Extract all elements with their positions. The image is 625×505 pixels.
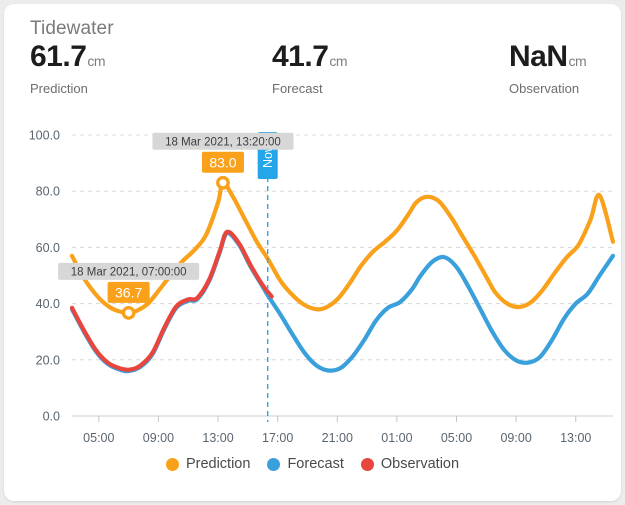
stat-forecast-label: Forecast <box>272 81 323 96</box>
page-title: Tidewater <box>30 18 114 39</box>
legend-color-dot <box>165 457 179 471</box>
annotation-time-label: 18 Mar 2021, 13:20:00 <box>165 136 281 148</box>
x-axis-tick-label: 01:00 <box>381 431 412 445</box>
x-axis-tick-label: 17:00 <box>262 431 293 445</box>
x-axis-tick-label: 05:00 <box>83 431 114 445</box>
legend-item-forecast[interactable]: Forecast <box>267 456 344 472</box>
tide-chart: 0.0 20.0 40.0 60.0 80.0 100.0 05:00 09:00 13:00… <box>4 112 621 501</box>
x-axis-tick-label: 09:00 <box>500 431 531 445</box>
stat-prediction: 61.7cm Prediction <box>30 40 106 97</box>
x-axis-tick-label: 21:00 <box>322 431 353 445</box>
y-axis-tick-label: 0.0 <box>43 410 60 424</box>
y-axis-tick-label: 80.0 <box>36 185 60 199</box>
x-axis-tick-label: 13:00 <box>202 431 233 445</box>
stat-forecast: 41.7cm Forecast <box>272 40 348 97</box>
legend-item-label: Forecast <box>287 456 344 472</box>
now-marker[interactable]: Now <box>257 132 278 422</box>
x-axis-tick-label: 05:00 <box>441 431 472 445</box>
tidewater-widget: Tidewater 61.7cm Prediction 41.7cm Forec… <box>0 0 625 505</box>
legend-color-dot <box>360 457 374 471</box>
legend-item-prediction[interactable]: Prediction <box>165 456 251 472</box>
annotation-value-label: 36.7 <box>115 284 142 300</box>
annotation-time-label: 18 Mar 2021, 07:00:00 <box>71 266 187 278</box>
tide-chart-svg: 0.0 20.0 40.0 60.0 80.0 100.0 05:00 09:00 13:00… <box>29 129 616 445</box>
stat-forecast-value: 41.7cm <box>272 40 348 73</box>
x-axis-tick-label: 13:00 <box>560 431 591 445</box>
annotation-value-label: 83.0 <box>209 154 236 170</box>
stat-observation-label: Observation <box>509 81 580 96</box>
stat-observation-value: NaNcm <box>509 40 587 73</box>
tidewater-card: Tidewater 61.7cm Prediction 41.7cm Forec… <box>4 4 621 501</box>
chart-x-axis: 05:00 09:00 13:00 17:00 21:00 01:00 05:00 09:00… <box>72 415 613 445</box>
stat-observation-unit: cm <box>568 53 587 69</box>
stat-prediction-value: 61.7cm <box>30 40 106 73</box>
legend-color-dot <box>267 457 281 471</box>
annotation-point-marker[interactable] <box>121 305 136 320</box>
y-axis-tick-label: 100.0 <box>29 129 60 143</box>
chart-y-axis-labels: 0.0 20.0 40.0 60.0 80.0 100.0 <box>29 129 60 424</box>
legend-item-label: Prediction <box>185 456 251 472</box>
annotation-point-marker[interactable] <box>216 175 230 190</box>
stat-observation: NaNcm Observation <box>509 40 587 97</box>
legend-item-observation[interactable]: Observation <box>360 456 460 472</box>
chart-legend: Prediction Forecast Observation <box>4 456 621 472</box>
stat-forecast-unit: cm <box>329 53 348 69</box>
stat-prediction-label: Prediction <box>30 81 88 96</box>
y-axis-tick-label: 40.0 <box>36 297 60 311</box>
legend-item-label: Observation <box>380 456 460 472</box>
stat-prediction-unit: cm <box>87 53 106 69</box>
y-axis-tick-label: 20.0 <box>36 353 60 367</box>
x-axis-tick-label: 09:00 <box>143 431 174 445</box>
y-axis-tick-label: 60.0 <box>36 241 60 255</box>
